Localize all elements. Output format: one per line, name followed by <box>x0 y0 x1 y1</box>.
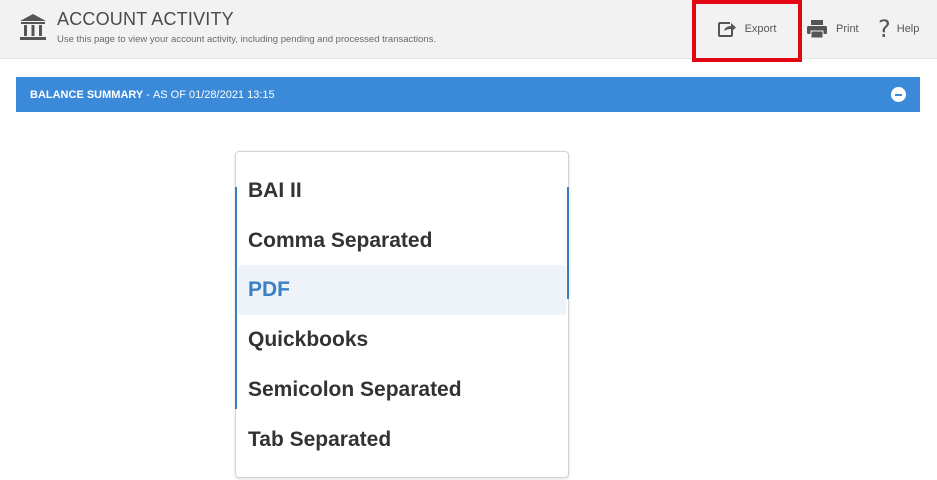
menu-option-quickbooks[interactable]: Quickbooks <box>238 315 566 365</box>
page-title: ACCOUNT ACTIVITY <box>57 9 234 29</box>
balance-summary-bar[interactable]: BALANCE SUMMARY - AS OF 01/28/2021 13:15 <box>16 77 920 112</box>
balance-summary-date: AS OF 01/28/2021 13:15 <box>152 88 275 101</box>
export-label: Export <box>744 23 777 35</box>
export-format-menu: BAI II Comma Separated PDF Quickbooks Se… <box>235 151 569 478</box>
print-label: Print <box>836 23 859 35</box>
menu-option-tab-separated[interactable]: Tab Separated <box>238 415 566 465</box>
export-icon <box>717 22 736 37</box>
menu-scroll-accent-left <box>235 187 237 409</box>
page-subtitle: Use this page to view your account activ… <box>57 34 436 45</box>
printer-icon <box>807 20 827 39</box>
menu-option-pdf[interactable]: PDF <box>238 265 566 315</box>
balance-summary-label: BALANCE SUMMARY <box>30 88 144 101</box>
bank-icon <box>20 14 46 40</box>
print-button[interactable]: Print <box>806 0 859 58</box>
menu-scrollbar[interactable] <box>567 187 569 299</box>
export-button[interactable]: Export <box>696 0 797 58</box>
help-icon: ? <box>878 15 891 43</box>
menu-option-comma-separated[interactable]: Comma Separated <box>238 216 566 266</box>
menu-option-semicolon-separated[interactable]: Semicolon Separated <box>238 365 566 415</box>
collapse-icon[interactable] <box>891 87 906 102</box>
balance-summary-separator: - <box>146 88 150 101</box>
page-header: ACCOUNT ACTIVITY Use this page to view y… <box>0 0 937 59</box>
menu-option-bai-ii[interactable]: BAI II <box>238 166 566 216</box>
help-label: Help <box>896 23 920 35</box>
help-button[interactable]: ? Help <box>878 0 919 58</box>
